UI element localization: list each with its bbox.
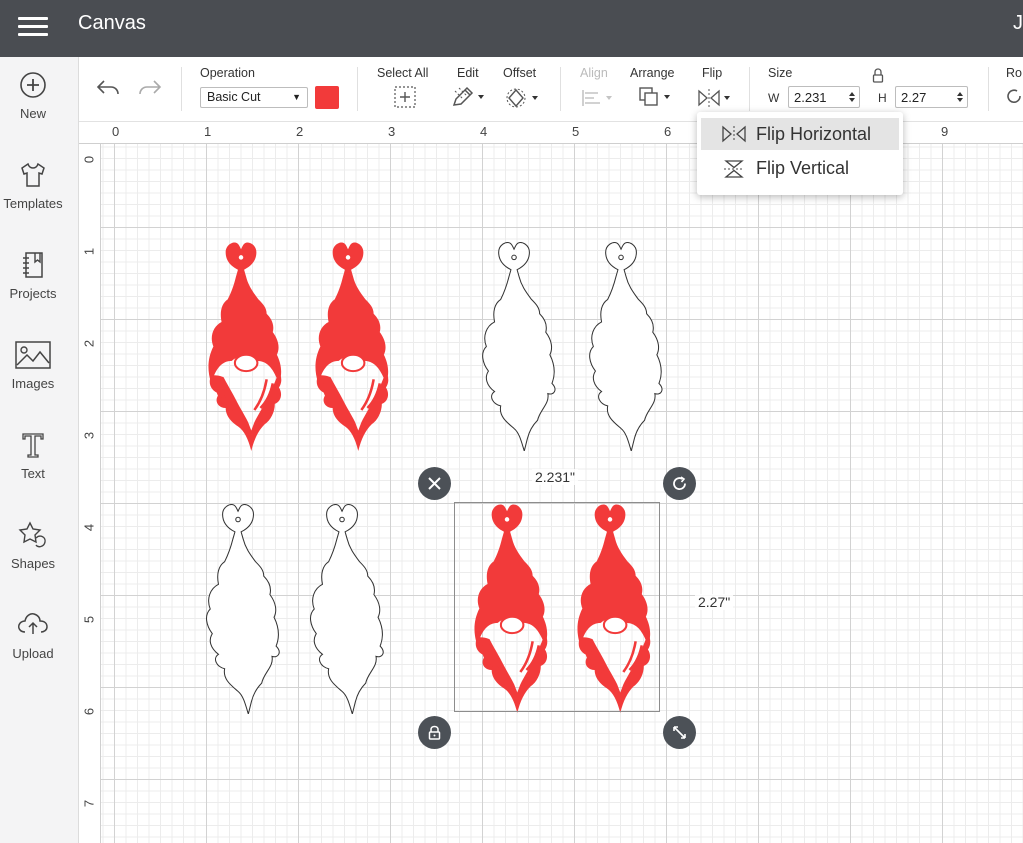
user-menu[interactable]: J	[1013, 12, 1023, 35]
sidebar-item-label: Projects	[9, 286, 57, 301]
sidebar-item-label: Upload	[12, 646, 54, 661]
flip-horizontal-option[interactable]: Flip Horizontal	[701, 118, 899, 150]
lock-icon	[428, 725, 441, 740]
notebook-icon	[23, 252, 43, 278]
sidebar-item-label: Images	[11, 376, 55, 391]
edit-label: Edit	[457, 66, 479, 80]
ruler-number: 2	[296, 124, 304, 139]
operation-label: Operation	[200, 66, 255, 80]
flip-dropdown-menu: Flip Horizontal Flip Vertical	[697, 112, 903, 195]
cloud-upload-icon	[18, 613, 48, 634]
sidebar-item-upload[interactable]: Upload	[0, 610, 66, 690]
ruler-vertical: 0 1 2 3 4 5 6 7	[79, 144, 101, 843]
sidebar-item-label: New	[19, 106, 46, 121]
gnome-outline-shape[interactable]	[185, 502, 289, 714]
ruler-number: 4	[81, 523, 97, 532]
close-icon	[428, 477, 441, 490]
redo-icon[interactable]	[137, 77, 163, 99]
chevron-down-icon: ▼	[292, 92, 301, 102]
select-all-label: Select All	[377, 66, 429, 80]
ruler-number: 3	[81, 431, 97, 440]
offset-label: Offset	[503, 66, 537, 80]
sidebar-item-templates[interactable]: Templates	[0, 160, 66, 240]
flip-horizontal-label: Flip Horizontal	[756, 124, 872, 144]
sidebar-item-projects[interactable]: Projects	[0, 250, 66, 330]
arrange-icon[interactable]	[637, 85, 673, 109]
gnome-outline-shape[interactable]	[289, 502, 393, 714]
operation-value: Basic Cut	[207, 90, 261, 104]
flip-vertical-label: Flip Vertical	[756, 158, 850, 178]
flip-vertical-option[interactable]: Flip Vertical	[701, 152, 899, 184]
height-prefix: H	[878, 91, 887, 105]
select-all-icon[interactable]	[393, 85, 417, 109]
sidebar-item-text[interactable]: Text	[0, 430, 66, 510]
resize-arrows-icon	[673, 726, 686, 739]
ruler-number: 5	[81, 615, 97, 624]
size-lock-icon[interactable]	[871, 68, 885, 84]
rotate-icon	[673, 476, 686, 490]
ruler-number: 5	[572, 124, 580, 139]
sidebar-item-new[interactable]: New	[0, 70, 66, 150]
sidebar-item-label: Templates	[3, 196, 63, 211]
text-t-icon	[22, 433, 44, 458]
selection-bounding-box[interactable]	[454, 502, 660, 712]
height-input[interactable]: 2.27	[895, 86, 968, 108]
selection-width-label: 2.231"	[532, 469, 579, 485]
operation-select[interactable]: Basic Cut ▼	[200, 87, 308, 108]
ruler-number: 6	[81, 707, 97, 716]
width-input[interactable]: 2.231	[788, 86, 860, 108]
align-icon[interactable]	[580, 87, 616, 109]
sidebar-item-images[interactable]: Images	[0, 340, 66, 420]
gnome-outline-shape[interactable]	[570, 240, 670, 451]
ruler-number: 6	[664, 124, 672, 139]
image-icon	[15, 341, 51, 369]
app-title: Canvas	[78, 12, 146, 34]
align-label: Align	[580, 66, 608, 80]
red-gnome-shape[interactable]	[297, 240, 397, 451]
left-sidebar: New Templates Projects Images Text Shape…	[0, 57, 79, 843]
ruler-number: 4	[480, 124, 488, 139]
flip-icon[interactable]	[697, 87, 733, 109]
spinner-icon[interactable]	[955, 90, 965, 104]
offset-icon[interactable]	[505, 87, 541, 109]
ruler-number: 1	[81, 247, 97, 256]
tshirt-icon	[21, 162, 45, 187]
ruler-number: 3	[388, 124, 396, 139]
height-value: 2.27	[901, 90, 927, 105]
undo-icon[interactable]	[95, 77, 121, 99]
arrange-label: Arrange	[630, 66, 675, 80]
ruler-number: 1	[204, 124, 212, 139]
rotate-handle[interactable]	[663, 467, 696, 500]
ruler-number: 0	[112, 124, 120, 139]
rotate-label: Ro	[1006, 66, 1022, 80]
ruler-number: 0	[81, 155, 97, 164]
width-value: 2.231	[794, 90, 827, 105]
ruler-number: 7	[81, 799, 97, 808]
sidebar-item-label: Text	[21, 466, 45, 481]
width-prefix: W	[768, 91, 780, 105]
gnome-outline-shape[interactable]	[463, 240, 563, 451]
sidebar-item-label: Shapes	[10, 556, 56, 571]
flip-label: Flip	[702, 66, 723, 80]
edit-pencil-icon[interactable]	[451, 85, 487, 109]
app-header: Canvas J	[0, 0, 1023, 57]
flip-vertical-icon	[724, 160, 744, 178]
plus-circle-icon	[20, 72, 46, 98]
resize-handle[interactable]	[663, 716, 696, 749]
ruler-number: 2	[81, 339, 97, 348]
ruler-number: 9	[941, 124, 949, 139]
flip-horizontal-icon	[722, 125, 746, 143]
shapes-icon	[18, 521, 46, 548]
sidebar-item-shapes[interactable]: Shapes	[0, 520, 66, 600]
spinner-icon[interactable]	[847, 90, 857, 104]
selection-height-label: 2.27"	[695, 594, 734, 610]
rotate-icon[interactable]	[1005, 87, 1023, 105]
operation-color-swatch[interactable]	[315, 86, 339, 109]
delete-handle[interactable]	[418, 467, 451, 500]
size-label: Size	[768, 66, 793, 80]
red-gnome-shape[interactable]	[190, 240, 290, 451]
lock-handle[interactable]	[418, 716, 451, 749]
hamburger-menu-icon[interactable]	[18, 15, 48, 39]
